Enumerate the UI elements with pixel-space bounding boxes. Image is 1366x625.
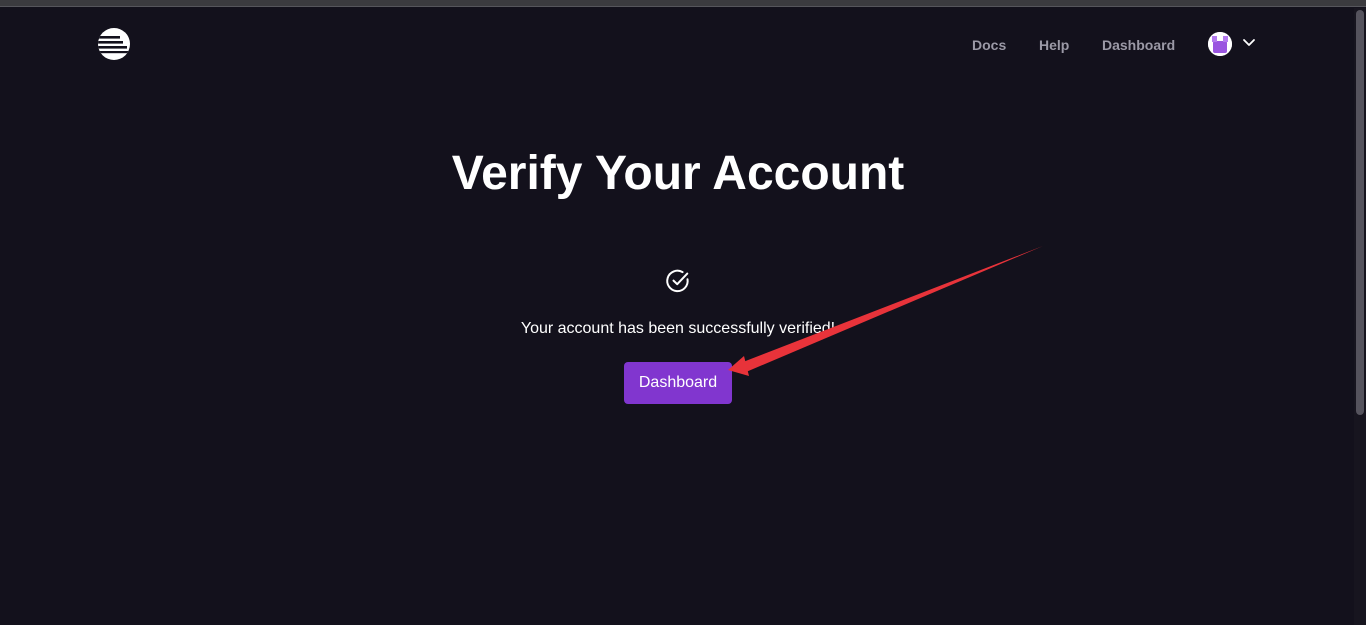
chevron-down-icon[interactable] (1242, 38, 1256, 48)
verification-message: Your account has been successfully verif… (520, 320, 836, 337)
browser-top-edge (0, 0, 1366, 7)
page-title: Verify Your Account (451, 147, 905, 200)
scrollbar-thumb[interactable] (1356, 10, 1364, 415)
user-avatar-icon[interactable] (1208, 32, 1232, 56)
nav-link-help[interactable]: Help (1039, 36, 1069, 54)
check-circle-icon (666, 269, 689, 293)
nav-link-dashboard[interactable]: Dashboard (1102, 36, 1175, 54)
annotation-arrow (728, 246, 1043, 376)
avatar-graphic (1208, 32, 1232, 56)
top-navigation: Docs Help Dashboard (0, 36, 1366, 56)
dashboard-button[interactable]: Dashboard (624, 362, 732, 404)
nav-link-docs[interactable]: Docs (972, 36, 1006, 54)
